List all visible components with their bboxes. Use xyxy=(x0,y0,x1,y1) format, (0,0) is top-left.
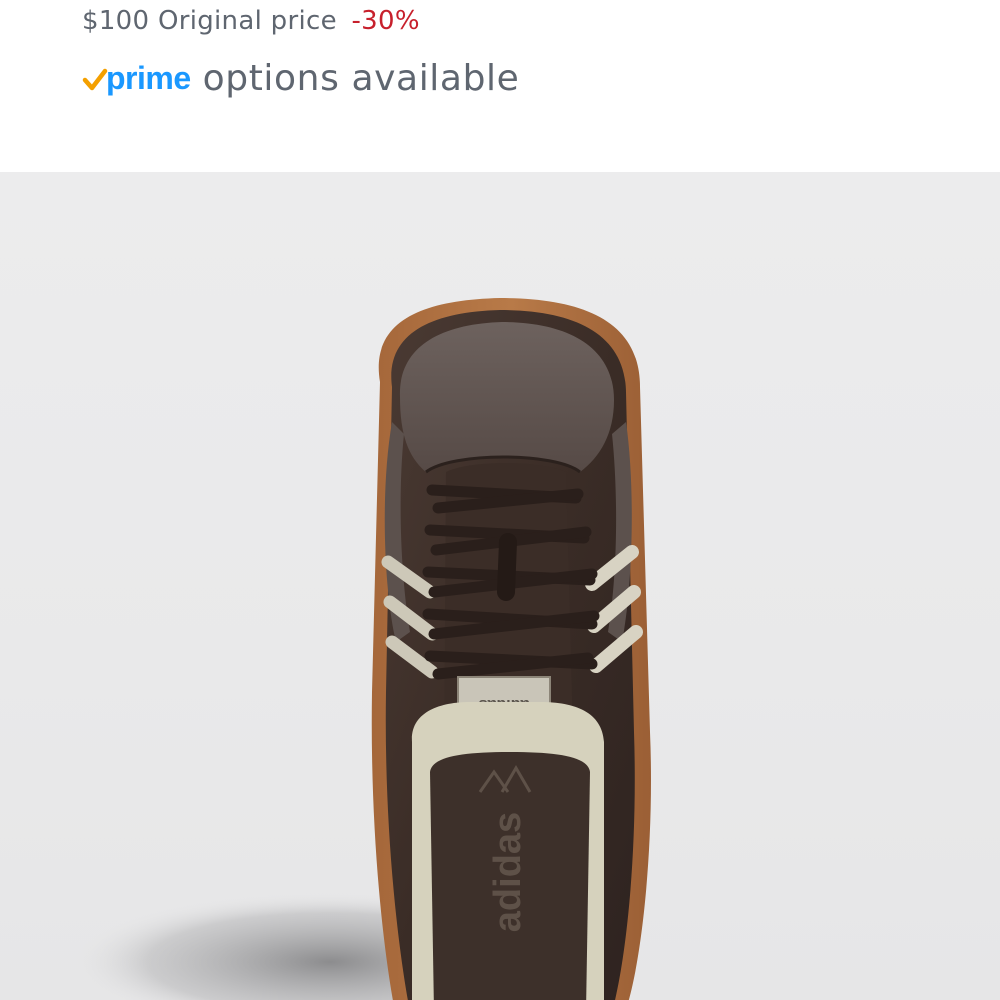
insole-brand-text: adidas xyxy=(487,812,529,932)
original-price: $100 xyxy=(82,6,150,36)
prime-options-text: options available xyxy=(202,58,520,99)
prime-logo: prime xyxy=(82,60,191,97)
prime-wordmark: prime xyxy=(106,60,191,96)
prime-options[interactable]: prime options available xyxy=(82,58,519,99)
sneaker-image: adidas adidas xyxy=(70,298,651,1000)
original-price-label: Original price xyxy=(157,6,337,36)
discount-badge: -30% xyxy=(351,6,420,36)
prime-check-icon xyxy=(82,68,108,91)
price-row: $100 Original price -30% xyxy=(82,6,420,36)
product-image-panel[interactable]: adidas adidas xyxy=(0,172,1000,1000)
suede-toe xyxy=(399,322,614,472)
